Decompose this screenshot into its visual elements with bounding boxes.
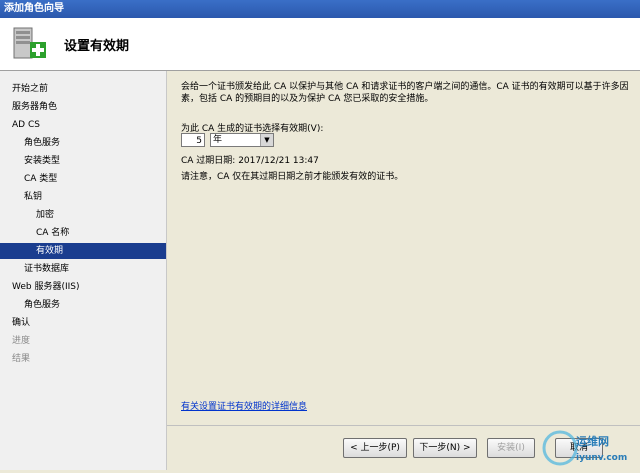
help-link[interactable]: 有关设置证书有效期的详细信息	[181, 399, 307, 412]
title-bar: 添加角色向导	[0, 0, 640, 18]
nav-step-confirmation[interactable]: 确认	[12, 315, 30, 331]
nav-step-setup-type[interactable]: 安装类型	[24, 153, 60, 169]
content-pane: 会给一个证书颁发给此 CA 以保护与其他 CA 和请求证书的客户端之间的通信。C…	[167, 71, 640, 472]
nav-step-iis-role-services[interactable]: 角色服务	[24, 297, 60, 313]
description-text: 会给一个证书颁发给此 CA 以保护与其他 CA 和请求证书的客户端之间的通信。C…	[181, 82, 629, 104]
nav-step-validity-period[interactable]: 有效期	[0, 243, 166, 259]
validity-unit-dropdown[interactable]: 年 ▼	[210, 133, 274, 147]
ca-expiration-date: CA 过期日期: 2017/12/21 13:47	[181, 156, 319, 166]
validity-note: 请注意，CA 仅在其过期日期之前才能颁发有效的证书。	[181, 172, 404, 182]
server-add-icon	[13, 27, 46, 59]
nav-step-server-roles[interactable]: 服务器角色	[12, 99, 57, 115]
wizard-header: 设置有效期	[0, 18, 640, 71]
nav-step-progress: 进度	[12, 336, 31, 346]
watermark-text-cn: 运维网	[576, 434, 609, 448]
nav-step-role-services[interactable]: 角色服务	[24, 135, 60, 151]
previous-button[interactable]: < 上一步(P)	[343, 438, 407, 458]
nav-step-web-server-iis[interactable]: Web 服务器(IIS)	[12, 279, 80, 295]
validity-period-number-input[interactable]: 5	[181, 133, 205, 147]
nav-step-cryptography[interactable]: 加密	[36, 207, 54, 223]
install-button: 安装(I)	[487, 438, 535, 458]
nav-step-ad-cs[interactable]: AD CS	[12, 117, 40, 133]
nav-step-results: 结果	[12, 354, 31, 364]
chevron-down-icon[interactable]: ▼	[260, 134, 273, 146]
nav-step-ca-type[interactable]: CA 类型	[24, 171, 57, 187]
nav-step-before-you-begin[interactable]: 开始之前	[12, 81, 48, 97]
next-button[interactable]: 下一步(N) >	[413, 438, 477, 458]
nav-step-ca-name[interactable]: CA 名称	[36, 225, 69, 241]
wizard-step-list: 开始之前 服务器角色 AD CS 角色服务 安装类型 CA 类型 私钥 加密 C…	[0, 71, 167, 470]
watermark-logo: 运维网 iyunv.com	[542, 430, 627, 466]
nav-step-certificate-database[interactable]: 证书数据库	[24, 261, 69, 277]
validity-unit-value: 年	[213, 135, 223, 145]
page-title: 设置有效期	[64, 39, 130, 54]
watermark-text-en: iyunv.com	[576, 453, 627, 463]
nav-step-private-key[interactable]: 私钥	[24, 189, 42, 205]
window-title: 添加角色向导	[4, 3, 64, 14]
